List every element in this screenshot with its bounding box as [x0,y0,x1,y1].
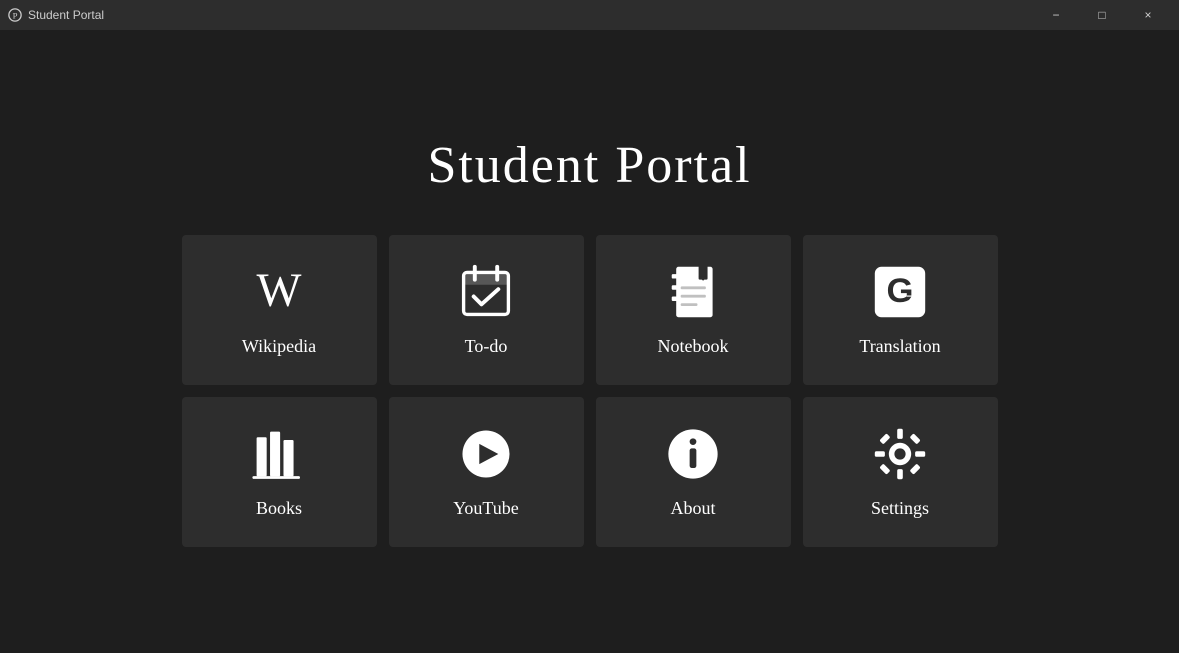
grid-item-books[interactable]: Books [182,397,377,547]
wikipedia-icon: W [251,264,307,320]
title-bar-left: P Student Portal [8,8,104,22]
svg-text:z: z [906,289,914,308]
youtube-icon [458,426,514,482]
books-label: Books [256,498,302,519]
app-grid: W Wikipedia To-do [182,235,998,547]
notebook-icon [665,264,721,320]
notebook-label: Notebook [658,336,729,357]
main-content: Student Portal W Wikipedia To-do [0,30,1179,653]
title-bar: P Student Portal − □ × [0,0,1179,30]
translation-label: Translation [859,336,940,357]
grid-item-notebook[interactable]: Notebook [596,235,791,385]
grid-item-youtube[interactable]: YouTube [389,397,584,547]
grid-item-about[interactable]: About [596,397,791,547]
about-icon [665,426,721,482]
minimize-button[interactable]: − [1033,0,1079,30]
title-bar-label: Student Portal [28,8,104,22]
youtube-label: YouTube [453,498,519,519]
wikipedia-label: Wikipedia [242,336,316,357]
books-icon [251,426,307,482]
settings-icon [872,426,928,482]
translation-icon: G z [872,264,928,320]
app-icon: P [8,8,22,22]
svg-text:P: P [13,11,18,21]
settings-label: Settings [871,498,929,519]
todo-label: To-do [465,336,508,357]
about-label: About [671,498,716,519]
grid-item-translation[interactable]: G z Translation [803,235,998,385]
maximize-button[interactable]: □ [1079,0,1125,30]
grid-item-settings[interactable]: Settings [803,397,998,547]
close-button[interactable]: × [1125,0,1171,30]
svg-text:W: W [257,265,302,317]
todo-icon [458,264,514,320]
grid-item-todo[interactable]: To-do [389,235,584,385]
title-bar-controls: − □ × [1033,0,1171,30]
app-title: Student Portal [427,136,751,195]
grid-item-wikipedia[interactable]: W Wikipedia [182,235,377,385]
